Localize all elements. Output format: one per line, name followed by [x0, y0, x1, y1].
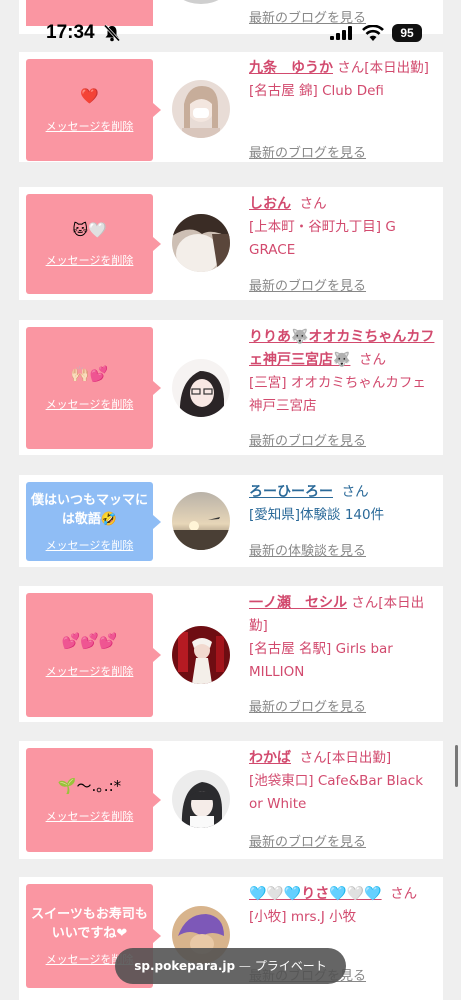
profile-name-link[interactable]: ろーひーろー: [249, 484, 333, 500]
message-bubble: 🐱🤍 メッセージを削除: [26, 194, 161, 294]
status-bar: 17:34 95: [0, 0, 461, 50]
latest-blog-link[interactable]: 最新のブログを見る: [249, 142, 366, 161]
shop-info: [名古屋 名駅] Girls bar MILLION: [249, 641, 393, 680]
latest-blog-link[interactable]: 最新のブログを見る: [249, 430, 366, 449]
url-separator: —: [235, 959, 255, 973]
avatar[interactable]: [172, 492, 230, 550]
wifi-icon: [362, 25, 384, 41]
scroll-indicator[interactable]: [455, 745, 458, 787]
message-bubble: 🙌🏻💕 メッセージを削除: [26, 327, 161, 449]
avatar[interactable]: [172, 626, 230, 684]
honorific: さん: [299, 196, 327, 212]
list-item: ❤️ メッセージを削除 九条 ゆうか さん[本日出勤] [名古屋 錦] Club…: [19, 52, 443, 162]
list-item: 💕💕💕 メッセージを削除 一ノ瀬 セシル さん[本日出勤] [名古屋 名駅] G…: [19, 586, 443, 722]
profile-name-link[interactable]: 九条 ゆうか: [249, 60, 333, 76]
work-status: [本日出勤]: [364, 60, 429, 76]
latest-blog-link[interactable]: 最新のブログを見る: [249, 275, 366, 294]
delete-message-button[interactable]: メッセージを削除: [46, 118, 134, 134]
latest-blog-link[interactable]: 最新のブログを見る: [249, 831, 366, 850]
message-text: 僕はいつもマッマには敬語🤣: [30, 492, 148, 527]
avatar[interactable]: [172, 214, 230, 272]
message-text: スイーツもお寿司もいいですね❤: [31, 907, 148, 941]
list-item: 🌱〜.｡.:* メッセージを削除 わかば さん[本日出勤] [池袋東口] Caf…: [19, 741, 443, 859]
shop-info: [三宮] オオカミちゃんカフェ神戸三宮店: [249, 375, 426, 414]
url-domain: sp.pokepara.jp: [134, 959, 236, 973]
profile-name-link[interactable]: 一ノ瀬 セシル: [249, 595, 347, 611]
list-item: 🐱🤍 メッセージを削除 しおん さん [上本町・谷町九丁目] G GRACE 最…: [19, 187, 443, 300]
message-text: ❤️: [80, 87, 99, 105]
honorific: さん: [337, 60, 365, 76]
private-mode-label: プライベート: [254, 959, 327, 973]
message-bubble: 🌱〜.｡.:* メッセージを削除: [26, 748, 161, 852]
list-item: 僕はいつもマッマには敬語🤣 メッセージを削除 ろーひーろー さん [愛知県]体験…: [19, 475, 443, 567]
url-bar[interactable]: sp.pokepara.jp — プライベート: [115, 948, 346, 984]
message-text: 🙌🏻💕: [70, 365, 109, 383]
honorific: さん: [351, 595, 379, 611]
message-bubble: ❤️ メッセージを削除: [26, 59, 161, 161]
profile-name-link[interactable]: しおん: [249, 196, 291, 212]
work-status: [本日出勤]: [326, 750, 392, 766]
shop-info: [名古屋 錦] Club Defi: [249, 83, 384, 99]
shop-info: [小牧] mrs.J 小牧: [249, 909, 357, 925]
status-time: 17:34: [46, 22, 95, 43]
message-text: 🌱〜.｡.:*: [57, 777, 122, 795]
message-text: 🐱🤍: [72, 221, 107, 239]
message-text: 💕💕💕: [61, 632, 118, 650]
honorific: さん: [359, 352, 387, 368]
latest-review-link[interactable]: 最新の体験談を見る: [249, 540, 366, 559]
avatar[interactable]: [172, 80, 230, 138]
profile-name-link[interactable]: 🩵🤍🩵りさ🩵🤍🩵: [249, 886, 382, 902]
delete-message-button[interactable]: メッセージを削除: [46, 663, 134, 679]
review-count: [愛知県]体験談 140件: [249, 507, 385, 523]
avatar[interactable]: [172, 359, 230, 417]
signal-icon: [330, 26, 352, 40]
message-bubble: 僕はいつもマッマには敬語🤣 メッセージを削除: [26, 482, 161, 561]
profile-name-link[interactable]: りりあ🐺オオカミちゃんカフェ神戸三宮店🐺: [249, 329, 434, 368]
list-item: 🙌🏻💕 メッセージを削除 りりあ🐺オオカミちゃんカフェ神戸三宮店🐺 さん [三宮…: [19, 320, 443, 455]
delete-message-button[interactable]: メッセージを削除: [46, 808, 134, 824]
message-bubble: 💕💕💕 メッセージを削除: [26, 593, 161, 717]
shop-info: [上本町・谷町九丁目] G GRACE: [249, 219, 396, 258]
honorific: さん: [299, 750, 327, 766]
delete-message-button[interactable]: メッセージを削除: [46, 396, 134, 412]
honorific: さん: [341, 484, 369, 500]
profile-name-link[interactable]: わかば: [249, 750, 291, 766]
battery-indicator: 95: [392, 24, 422, 42]
latest-blog-link[interactable]: 最新のブログを見る: [249, 696, 366, 715]
avatar[interactable]: [172, 770, 230, 828]
bell-off-icon: [103, 24, 121, 42]
honorific: さん: [390, 886, 418, 902]
delete-message-button[interactable]: メッセージを削除: [46, 252, 134, 268]
delete-message-button[interactable]: メッセージを削除: [46, 537, 134, 553]
shop-info: [池袋東口] Cafe&Bar Black or White: [249, 773, 424, 812]
